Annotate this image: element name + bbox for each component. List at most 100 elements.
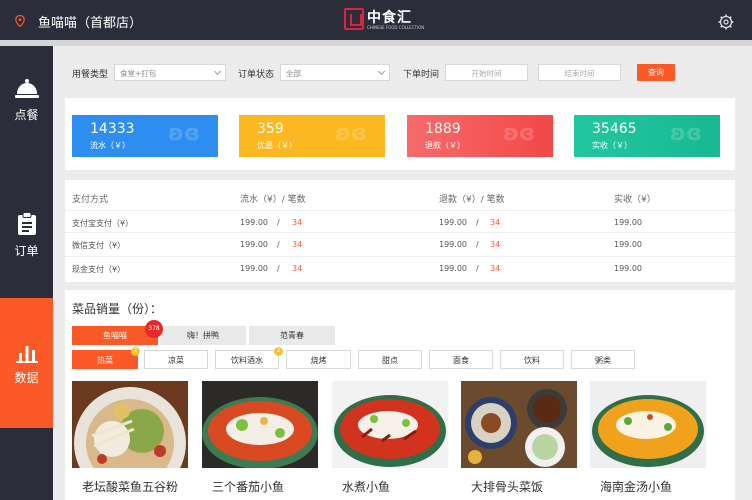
category-tab[interactable]: 甜点 xyxy=(358,350,422,369)
cloche-icon xyxy=(14,79,39,98)
cell-refund: 199.00 xyxy=(439,240,467,249)
watermark-icon: ʚɞ xyxy=(669,121,702,146)
store-name[interactable]: 鱼喵喵（首都店） xyxy=(38,12,142,31)
cell-net: 199.00 xyxy=(614,240,642,249)
dish-name: 老坛酸菜鱼五谷粉 xyxy=(82,480,179,494)
category-tab[interactable]: 烧烤 xyxy=(286,350,351,369)
cell-net: 199.00 xyxy=(614,218,642,227)
stat-value: 35465 xyxy=(592,121,637,137)
start-time-input[interactable]: 开始时间 xyxy=(445,64,528,81)
cell-slash: / xyxy=(277,240,280,249)
count-badge: 378 xyxy=(145,320,163,338)
dish-card[interactable]: 大排骨头菜饭 xyxy=(461,381,577,500)
meal-type-value: 食堂+打包 xyxy=(120,69,157,78)
category-tab[interactable]: 饮料酒水 xyxy=(215,350,279,369)
top-bar: 鱼喵喵（首都店） 中食汇 CHINESE FOOD COLLECTION xyxy=(0,0,752,40)
cell-refund-count: 34 xyxy=(490,240,501,249)
cell-slash: / xyxy=(476,264,479,273)
cell-refund: 199.00 xyxy=(439,264,467,273)
stat-value: 1889 xyxy=(425,121,461,137)
cell-slash: / xyxy=(476,218,479,227)
cell-flow-count: 34 xyxy=(292,264,303,273)
dish-card[interactable]: 三个番茄小鱼 xyxy=(202,381,318,500)
cell-slash: / xyxy=(277,264,280,273)
watermark-icon: ʚɞ xyxy=(334,121,367,146)
dish-card[interactable]: 水煮小鱼 xyxy=(332,381,448,500)
category-tab[interactable]: 粥类 xyxy=(571,350,635,369)
stat-card-net: 35465 实收（￥） ʚɞ xyxy=(574,115,720,157)
category-tab[interactable]: 面食 xyxy=(429,350,493,369)
cell-slash: / xyxy=(277,218,280,227)
chevron-down-icon xyxy=(377,67,386,76)
cell-refund-count: 34 xyxy=(490,264,501,273)
stat-card-refund: 1889 退款（￥） ʚɞ xyxy=(407,115,553,157)
dish-name: 水煮小鱼 xyxy=(342,480,391,494)
cell-flow: 199.00 xyxy=(240,218,268,227)
stat-card-discount: 359 优惠（￥） ʚɞ xyxy=(239,115,385,157)
cell-refund-count: 34 xyxy=(490,218,501,227)
stat-caption: 退款（￥） xyxy=(425,141,465,150)
dish-image xyxy=(590,381,706,468)
sidebar-item-order[interactable]: 点餐 xyxy=(0,78,53,138)
sidebar-item-orders[interactable]: 订单 xyxy=(0,212,53,272)
order-status-label: 订单状态 xyxy=(238,70,275,80)
cell-refund: 199.00 xyxy=(439,218,467,227)
logo-mark-icon xyxy=(344,8,364,30)
dish-image xyxy=(72,381,188,468)
cell-net: 199.00 xyxy=(614,264,642,273)
sidebar-item-data[interactable]: 数据 xyxy=(0,298,53,428)
order-time-label: 下单时间 xyxy=(403,70,440,80)
query-button[interactable]: 查询 xyxy=(637,64,675,81)
table-row: 现金支付（¥） 199.00 / 34 199.00 / 34 199.00 xyxy=(65,256,735,280)
stat-caption: 实收（￥） xyxy=(592,141,632,150)
cell-slash: / xyxy=(476,240,479,249)
cell-method: 现金支付（¥） xyxy=(72,265,126,274)
cell-method: 支付宝支付（¥） xyxy=(72,219,134,228)
category-tab[interactable]: 热菜 xyxy=(72,350,138,369)
header-divider xyxy=(0,40,752,46)
col-header-flow: 流水（¥）/ 笔数 xyxy=(240,195,306,205)
count-badge: 2 xyxy=(131,347,140,356)
gear-icon[interactable] xyxy=(718,14,734,30)
order-status-select[interactable]: 全部 xyxy=(280,64,390,81)
chevron-down-icon xyxy=(213,67,222,76)
meal-type-select[interactable]: 食堂+打包 xyxy=(114,64,226,81)
logo-subtext: CHINESE FOOD COLLECTION xyxy=(367,25,425,30)
col-header-net: 实收（¥） xyxy=(614,195,656,205)
stat-caption: 流水（￥） xyxy=(90,141,130,150)
cell-flow: 199.00 xyxy=(240,264,268,273)
cell-method: 微信支付（¥） xyxy=(72,241,126,250)
stat-caption: 优惠（￥） xyxy=(257,141,297,150)
store-tab-2[interactable]: 嗨！拼鸭 xyxy=(160,326,246,345)
cell-flow: 199.00 xyxy=(240,240,268,249)
dish-image xyxy=(332,381,448,468)
table-row: 支付宝支付（¥） 199.00 / 34 199.00 / 34 199.00 xyxy=(65,210,735,234)
bar-chart-icon xyxy=(15,346,38,363)
store-tab-3[interactable]: 范青春 xyxy=(249,326,335,345)
category-tab[interactable]: 凉菜 xyxy=(144,350,208,369)
order-status-value: 全部 xyxy=(286,69,301,78)
count-badge: 2 xyxy=(274,347,283,356)
stat-value: 359 xyxy=(257,121,284,137)
dish-name: 海南金汤小鱼 xyxy=(600,480,673,494)
dish-card[interactable]: 老坛酸菜鱼五谷粉 xyxy=(72,381,188,500)
location-pin-icon xyxy=(15,15,25,27)
dish-name: 三个番茄小鱼 xyxy=(212,480,285,494)
meal-type-label: 用餐类型 xyxy=(72,70,109,80)
cell-flow-count: 34 xyxy=(292,240,303,249)
logo-text: 中食汇 xyxy=(367,10,412,26)
watermark-icon: ʚɞ xyxy=(167,121,200,146)
dish-name: 大排骨头菜饭 xyxy=(471,480,544,494)
sidebar-item-label: 订单 xyxy=(14,244,39,258)
end-time-input[interactable]: 结束时间 xyxy=(538,64,621,81)
col-header-refund: 退款（¥）/ 笔数 xyxy=(439,195,505,205)
dish-image xyxy=(461,381,577,468)
col-header-method: 支付方式 xyxy=(72,195,109,205)
section-title: 菜品销量（份）： xyxy=(72,302,163,316)
stat-value: 14333 xyxy=(90,121,135,137)
brand-logo: 中食汇 CHINESE FOOD COLLECTION xyxy=(344,7,424,35)
watermark-icon: ʚɞ xyxy=(502,121,535,146)
sidebar-item-label: 点餐 xyxy=(14,108,39,122)
dish-card[interactable]: 海南金汤小鱼 xyxy=(590,381,706,500)
category-tab[interactable]: 饮料 xyxy=(500,350,564,369)
